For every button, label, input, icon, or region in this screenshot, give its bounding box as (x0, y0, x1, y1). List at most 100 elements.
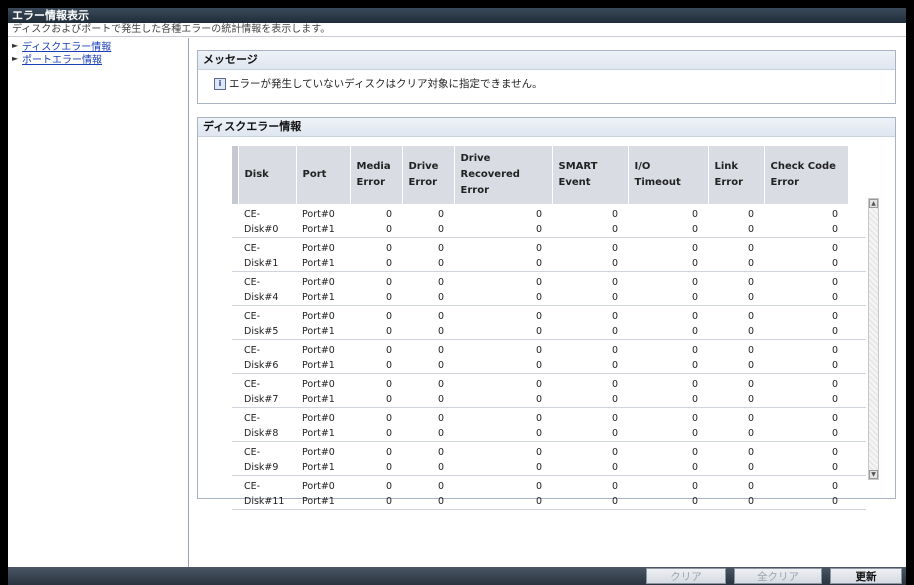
message-text: エラーが発生していないディスクはクリア対象に指定できません。 (229, 78, 543, 90)
header-spacer (848, 146, 867, 204)
error-count-cell: 0 (628, 358, 708, 374)
table-header-row: Disk Port Media Error Drive Error Drive Rec… (232, 146, 867, 204)
scroll-down-icon[interactable]: ▼ (869, 470, 878, 479)
disk-error-panel: ディスクエラー情報 Disk Port Media Error Drive Erro… (197, 117, 896, 510)
error-count-cell: 0 (454, 358, 552, 374)
disk-error-table: Disk Port Media Error Drive Error Drive Rec… (232, 146, 867, 510)
error-count-cell: 0 (402, 256, 454, 272)
port-cell: Port#0 (302, 447, 335, 458)
port-cell: Port#1 (296, 392, 350, 408)
port-cell: Port#1 (296, 426, 350, 442)
error-count-cell: 0 (385, 447, 392, 458)
error-count-cell: 0 (691, 345, 698, 356)
col-io-timeout: I/O Timeout (628, 146, 709, 204)
error-count-cell: 0 (552, 358, 628, 374)
error-count-cell: 0 (747, 243, 754, 254)
error-count-cell: 0 (454, 426, 552, 442)
error-count-cell: 0 (437, 209, 444, 220)
error-count-cell: 0 (708, 222, 764, 238)
error-count-cell: 0 (691, 277, 698, 288)
error-count-cell: 0 (454, 392, 552, 408)
app-window: エラー情報表示 ディスクおよびポートで発生した各種エラーの統計情報を表示します。… (8, 8, 906, 585)
window-title: エラー情報表示 (8, 8, 906, 23)
disk-error-table-container: Disk Port Media Error Drive Error Drive Rec… (232, 146, 867, 510)
error-count-cell: 0 (831, 209, 838, 220)
disk-name-cell: CE- (244, 447, 261, 458)
sidebar-item-label[interactable]: ポートエラー情報 (22, 51, 102, 66)
error-count-cell: 0 (747, 413, 754, 424)
disk-name-cell: CE- (244, 243, 261, 254)
error-count-cell: 0 (611, 379, 618, 390)
error-count-cell: 0 (552, 494, 628, 510)
disk-error-table-body: CE- Port#0 0 0 0 0 0 0 0 Disk#0 Port#1 0 0 0 0 0 0 0 CE- Po… (232, 204, 866, 510)
disk-name-cell: Disk#8 (238, 426, 296, 442)
footer-toolbar: クリア 全クリア 更新 (8, 567, 906, 585)
port-cell: Port#0 (302, 277, 335, 288)
error-count-cell: 0 (747, 345, 754, 356)
clear-button[interactable]: クリア (646, 568, 726, 584)
table-row: Disk#4 Port#1 0 0 0 0 0 0 0 (232, 290, 866, 306)
error-count-cell: 0 (402, 494, 454, 510)
page-description: ディスクおよびポートで発生した各種エラーの統計情報を表示します。 (8, 23, 906, 37)
error-count-cell: 0 (691, 311, 698, 322)
clear-all-button[interactable]: 全クリア (734, 568, 822, 584)
port-cell: Port#0 (302, 345, 335, 356)
table-row: Disk#11 Port#1 0 0 0 0 0 0 0 (232, 494, 866, 510)
error-count-cell: 0 (764, 494, 848, 510)
sidebar-item-port-error[interactable]: ► ポートエラー情報 (8, 51, 188, 66)
message-panel-title: メッセージ (198, 51, 895, 70)
error-count-cell: 0 (628, 222, 708, 238)
error-count-cell: 0 (350, 358, 402, 374)
row-spacer (848, 238, 866, 257)
sidebar-item-disk-error[interactable]: ► ディスクエラー情報 (8, 39, 188, 53)
table-row: CE- Port#0 0 0 0 0 0 0 0 (232, 238, 866, 257)
row-spacer (848, 324, 866, 340)
scroll-up-icon[interactable]: ▲ (869, 199, 878, 208)
port-cell: Port#1 (296, 222, 350, 238)
disk-name-cell: Disk#7 (238, 392, 296, 408)
main-content: メッセージ i エラーが発生していないディスクはクリア対象に指定できません。 デ… (189, 38, 906, 567)
error-count-cell: 0 (747, 379, 754, 390)
error-count-cell: 0 (350, 256, 402, 272)
col-drive-recovered-error: Drive Recovered Error (454, 146, 553, 204)
error-count-cell: 0 (611, 413, 618, 424)
row-spacer (848, 476, 866, 495)
error-count-cell: 0 (350, 324, 402, 340)
refresh-button[interactable]: 更新 (830, 568, 902, 584)
error-count-cell: 0 (831, 447, 838, 458)
table-row: CE- Port#0 0 0 0 0 0 0 0 (232, 204, 866, 222)
error-count-cell: 0 (454, 460, 552, 476)
error-count-cell: 0 (611, 481, 618, 492)
error-count-cell: 0 (708, 494, 764, 510)
error-count-cell: 0 (535, 481, 542, 492)
row-spacer (848, 272, 866, 291)
error-count-cell: 0 (691, 209, 698, 220)
error-count-cell: 0 (350, 460, 402, 476)
table-row: Disk#0 Port#1 0 0 0 0 0 0 0 (232, 222, 866, 238)
error-count-cell: 0 (385, 209, 392, 220)
error-count-cell: 0 (385, 379, 392, 390)
error-count-cell: 0 (628, 290, 708, 306)
disk-name-cell: Disk#1 (238, 256, 296, 272)
error-count-cell: 0 (402, 324, 454, 340)
error-count-cell: 0 (402, 358, 454, 374)
error-count-cell: 0 (535, 447, 542, 458)
error-count-cell: 0 (454, 256, 552, 272)
row-spacer (848, 204, 866, 222)
col-smart-event: SMART Event (552, 146, 629, 204)
table-row: CE- Port#0 0 0 0 0 0 0 0 (232, 374, 866, 393)
error-count-cell: 0 (708, 256, 764, 272)
error-count-cell: 0 (691, 413, 698, 424)
error-count-cell: 0 (552, 290, 628, 306)
row-spacer (848, 442, 866, 461)
disk-name-cell: CE- (244, 481, 261, 492)
port-cell: Port#0 (302, 481, 335, 492)
error-count-cell: 0 (611, 209, 618, 220)
col-disk: Disk (238, 146, 297, 204)
sidebar: ► ディスクエラー情報 ► ポートエラー情報 (8, 38, 189, 567)
col-link-error: Link Error (708, 146, 765, 204)
port-cell: Port#1 (296, 358, 350, 374)
error-count-cell: 0 (764, 392, 848, 408)
table-scrollbar[interactable]: ▲ ▼ (868, 198, 879, 480)
error-count-cell: 0 (552, 222, 628, 238)
